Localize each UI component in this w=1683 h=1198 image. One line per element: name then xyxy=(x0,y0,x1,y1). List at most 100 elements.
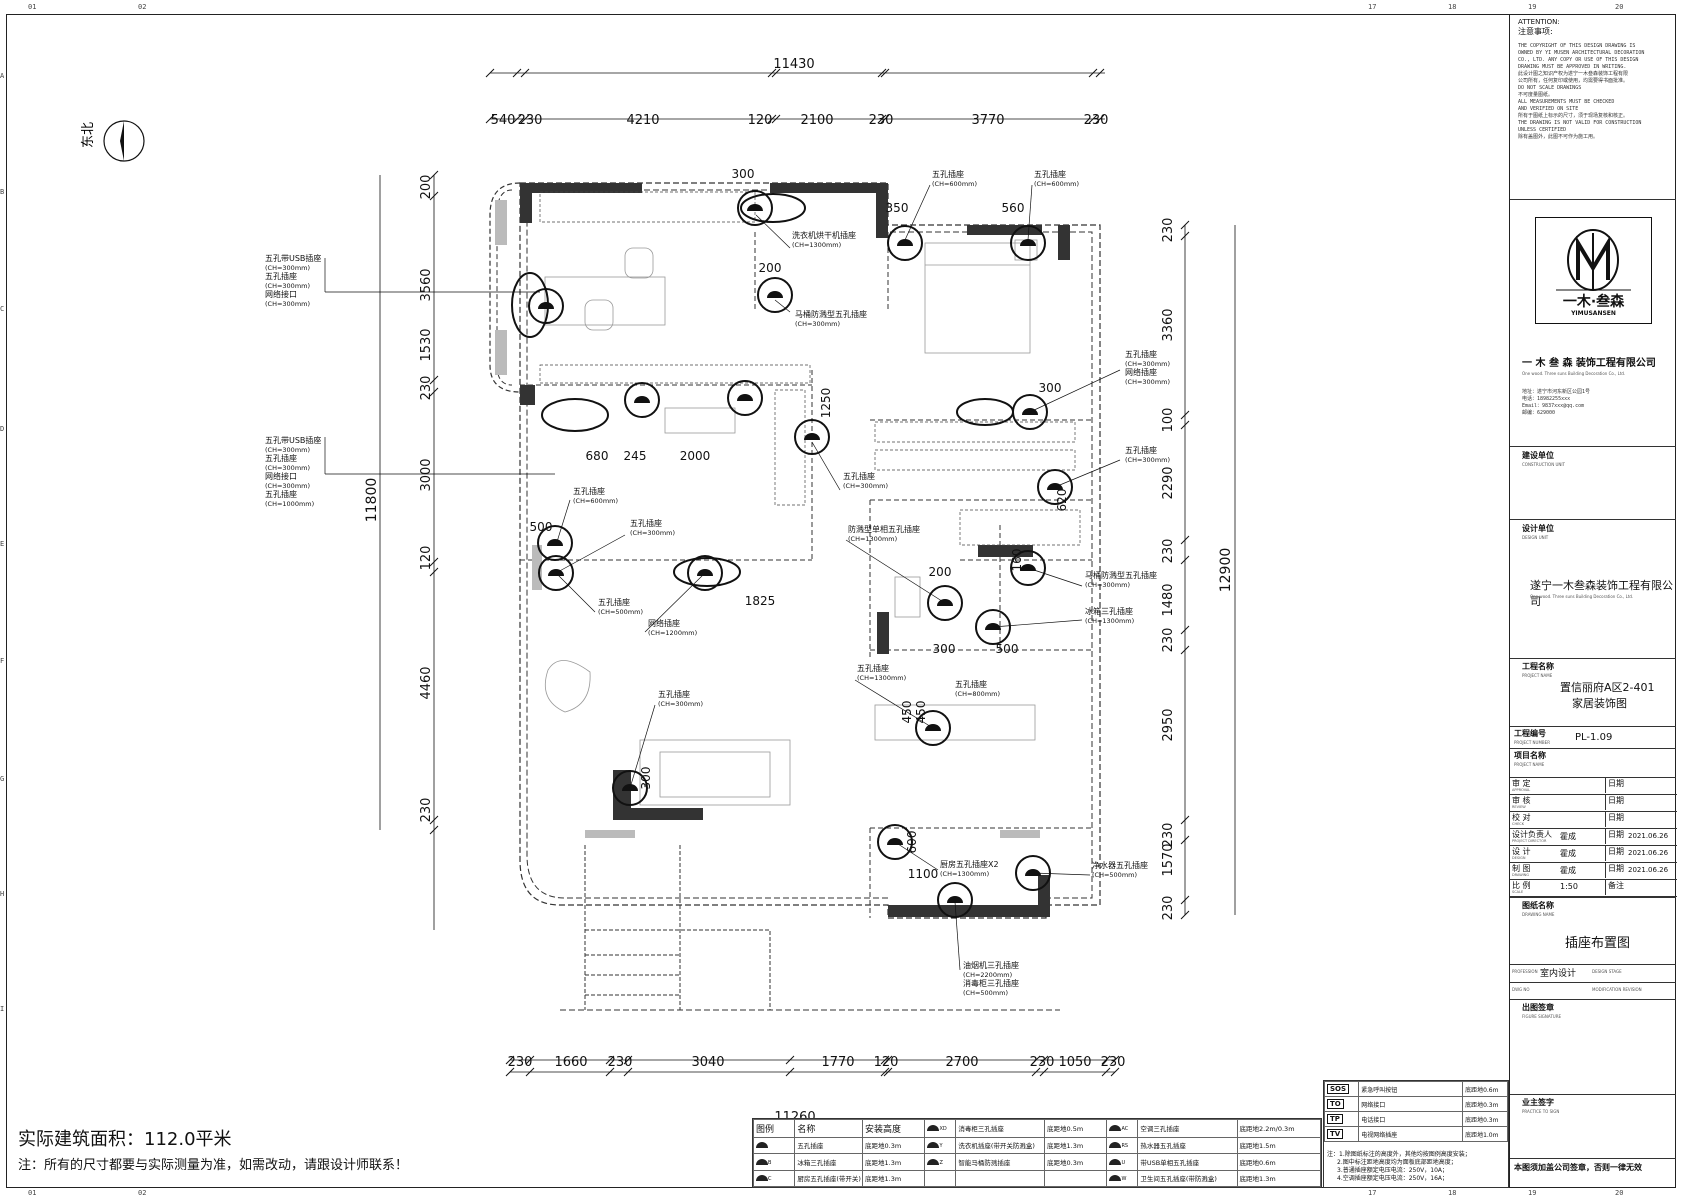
dimension-label: 2950 xyxy=(1161,708,1176,741)
dimension-label: 2700 xyxy=(945,1055,978,1070)
socket-symbol-icon xyxy=(1109,1175,1122,1182)
attention-text: THE COPYRIGHT OF THIS DESIGN DRAWING IS O… xyxy=(1518,43,1668,141)
north-arrow: 东北 xyxy=(81,120,145,162)
dimension-label: 120 xyxy=(874,1055,899,1070)
dimension-label: 1100 xyxy=(908,867,939,881)
callout-living-usb: 五孔插座 xyxy=(265,271,297,281)
dimension-label: 3040 xyxy=(691,1055,724,1070)
signoff-label-en: DESIGN xyxy=(1512,856,1526,860)
legend-name: 智能马桶防溅插座 xyxy=(955,1153,1046,1171)
dimension-label: 1530 xyxy=(419,328,434,361)
signoff-row: 比 例 SCALE 1:50 备注 xyxy=(1510,879,1677,897)
callout-study-right: 五孔插座 xyxy=(1125,445,1157,455)
signoff-label-en: REVIEW xyxy=(1512,805,1526,809)
drawing-name-label: 图纸名称 xyxy=(1522,901,1554,910)
item-label: 项目名称 xyxy=(1514,751,1546,760)
callout-bath2-socket: 防溅型单相五孔插座 xyxy=(848,524,920,534)
legend-height: 底距地1.3m xyxy=(1236,1169,1321,1188)
callout-living-usb: (CH=300mm) xyxy=(265,264,310,272)
socket-symbol-icon xyxy=(756,1158,768,1165)
floor-plan: 东北 11430540 230 4210 120 2100 230 3770 23011260… xyxy=(81,57,1236,1120)
legend-height: 底距地1.5m xyxy=(1236,1136,1321,1155)
signoff-row: 设计负责人 PROJECT DIRECTOR 霍成 日期 2021.06.26 xyxy=(1510,828,1677,846)
legend-height: 底距地1.3m xyxy=(862,1153,926,1171)
legend-name: 紧急呼叫按钮 xyxy=(1358,1081,1464,1097)
legend-height: 底距地2.2m/0.3m xyxy=(1236,1119,1321,1138)
legend-name: 电视网络插座 xyxy=(1358,1126,1464,1142)
company-contact: 地址：遂宁市河东新区公园1号 电话：18982255xxx Email：9837… xyxy=(1522,389,1672,417)
callout-hood: 油烟机三孔插座 xyxy=(963,960,1019,970)
dimension-label: 230 xyxy=(508,1055,533,1070)
legend-header: 名称 xyxy=(794,1119,864,1138)
construction-unit-label: 建设单位 xyxy=(1522,451,1554,460)
dimension-label: 1825 xyxy=(745,594,776,608)
socket-icon xyxy=(727,380,763,416)
callout-living-usb: (CH=300mm) xyxy=(265,300,310,308)
dimension-label: 230 xyxy=(1161,218,1176,243)
callout-study-low: 五孔插座 xyxy=(630,518,662,528)
legend-note: 注：1.除图纸标注的高度外，其他均按图例高度安装； xyxy=(1327,1151,1471,1158)
logo-text-en: YIMUSANSEN xyxy=(1571,310,1616,317)
title-block: ATTENTION: 注意事项: THE COPYRIGHT OF THIS D… xyxy=(1509,14,1677,1188)
company-logo: 一木·叁森 YIMUSANSEN xyxy=(1535,217,1652,324)
logo-text: 一木·叁森 xyxy=(1562,294,1625,310)
callout-bedroom2-usb: (CH=300mm) xyxy=(265,446,310,454)
callout-living-500: (CH=500mm) xyxy=(598,608,643,616)
dimension-label: 300 xyxy=(1039,381,1062,395)
ruler-mark: 02 xyxy=(138,1189,147,1197)
signoff-date-label: 备注 xyxy=(1605,880,1624,895)
signoff-row: 审 定 APPROVAL 日期 xyxy=(1510,777,1677,795)
callout-leader xyxy=(555,499,571,546)
callout-study-right: (CH=300mm) xyxy=(1125,456,1170,464)
signoff-name: 1:50 xyxy=(1560,882,1578,891)
legend-name: 网络接口 xyxy=(1358,1096,1464,1112)
callout-toilet-1: 马桶防溅型五孔插座 xyxy=(795,309,867,319)
signoff-date-label: 日期 xyxy=(1605,863,1624,878)
attention-line: 此设计图之知识产权为遂宁一木叁森装饰工程有限 xyxy=(1518,71,1629,77)
socket-icon xyxy=(887,225,923,261)
contact-line: 电话：18982255xxx xyxy=(1522,396,1571,402)
callout-bed-wall-right: 网络插座 xyxy=(1125,367,1157,377)
design-unit-name-en: One wood. Three suns Building Decoration… xyxy=(1530,594,1634,599)
signoff-date: 2021.06.26 xyxy=(1628,832,1669,840)
project-label-en: PROJECT NAME xyxy=(1522,673,1553,678)
signoff-name: 霍成 xyxy=(1560,832,1576,841)
callout-bed-left: (CH=600mm) xyxy=(932,180,977,188)
dimension-label: 540 xyxy=(491,113,516,128)
legend-height: 底距地0.3m xyxy=(1462,1096,1508,1112)
signoff-date-label: 日期 xyxy=(1605,795,1624,810)
ruler-mark: 20 xyxy=(1615,1189,1624,1197)
callout-toilet-1: (CH=300mm) xyxy=(795,320,840,328)
socket-icon xyxy=(537,525,573,561)
callout-kitchen-x2: (CH=1300mm) xyxy=(940,870,989,878)
signoff-date-label: 日期 xyxy=(1605,812,1624,827)
seal-label: 出图签章 xyxy=(1522,1003,1554,1012)
callout-hood: (CH=500mm) xyxy=(963,989,1008,997)
callout-network: 网络插座 xyxy=(648,618,680,628)
ruler-mark: 01 xyxy=(28,1189,37,1197)
callout-leader xyxy=(555,534,626,574)
dimension-label: 2000 xyxy=(680,449,711,463)
callout-fridge: (CH=1300mm) xyxy=(1085,617,1134,625)
dimension-label: 350 xyxy=(886,201,909,215)
legend-name: 厨房五孔插座(带开关) xyxy=(794,1169,864,1188)
signoff-label-en: PROJECT DIRECTOR xyxy=(1512,839,1547,843)
ruler-mark: 19 xyxy=(1528,3,1537,11)
socket-symbol-icon xyxy=(1109,1158,1122,1165)
callout-leader xyxy=(755,214,791,249)
signoff-label-en: SCALE xyxy=(1512,890,1524,894)
callout-living-usb: 网络接口 xyxy=(265,289,297,299)
dwg-no-label-en: DWG NO xyxy=(1512,987,1530,992)
callout-bedroom2-usb: 五孔带USB插座 xyxy=(265,435,321,445)
dimension-label: 2100 xyxy=(800,113,833,128)
dimension-label: 4460 xyxy=(419,666,434,699)
callout-corridor: (CH=300mm) xyxy=(843,482,888,490)
project-number-label-en: PROJECT NUMBER xyxy=(1514,740,1550,745)
attention-line: ALL MEASUREMENTS MUST BE CHECKED xyxy=(1518,99,1615,105)
dimension-label: 1480 xyxy=(1161,583,1176,616)
socket-icon xyxy=(624,382,660,418)
signoff-row: 审 核 REVIEW 日期 xyxy=(1510,794,1677,812)
dimension-label: 200 xyxy=(419,175,434,200)
ruler-mark: 17 xyxy=(1368,1189,1377,1197)
dimension-label: 12900 xyxy=(1218,548,1234,593)
